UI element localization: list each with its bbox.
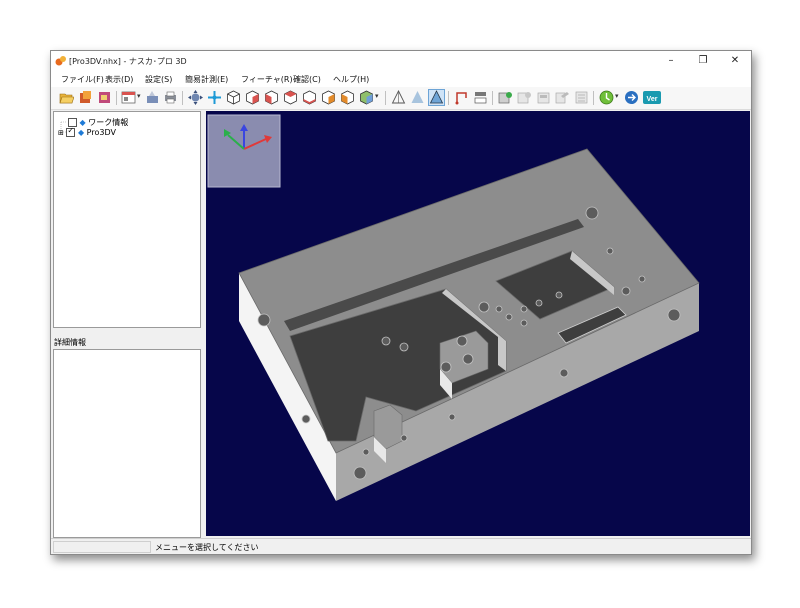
feature-pocket-icon[interactable] (517, 90, 532, 105)
tree-panel: ◆ ワーク情報 ⊞ ✓ ◆ Pro3DV (53, 111, 201, 328)
tree-item-label: Pro3DV (86, 128, 116, 137)
menu-file[interactable]: ファイル(F) (61, 74, 104, 85)
feature-edit-icon[interactable] (555, 90, 570, 105)
view-dropdown-icon[interactable]: ▾ (375, 92, 379, 100)
shaded-edges-icon[interactable] (428, 89, 445, 106)
orientation-axis-cube[interactable] (207, 114, 281, 188)
checkbox-pro3dv[interactable]: ✓ (66, 126, 76, 137)
status-bar: メニューを選択してください (51, 538, 751, 554)
section-view-icon[interactable] (473, 90, 488, 105)
menu-measure[interactable]: 簡易計測(E) (185, 74, 228, 85)
measure-tool-icon[interactable] (145, 90, 160, 105)
status-message: メニューを選択してください (155, 543, 259, 552)
wireframe-icon[interactable] (391, 90, 406, 105)
detail-panel (53, 349, 201, 538)
3d-viewport[interactable] (206, 111, 750, 536)
title-bar: [Pro3DV.nhx] - ナスカ･プロ 3D – ❐ ✕ (51, 51, 751, 71)
open-folder-icon[interactable] (59, 90, 74, 105)
view-custom-icon[interactable] (359, 90, 374, 105)
shaded-icon[interactable] (410, 90, 425, 105)
window-title: [Pro3DV.nhx] - ナスカ･プロ 3D (69, 57, 187, 66)
version-icon[interactable]: Ver (643, 90, 661, 105)
version-badge-text: Ver (647, 96, 658, 103)
menu-bar: ファイル(F) 表示(D) 設定(S) 簡易計測(E) フィーチャ(R) 確認(… (51, 71, 751, 87)
menu-feature[interactable]: フィーチャ(R) (241, 74, 293, 85)
app-window: [Pro3DV.nhx] - ナスカ･プロ 3D – ❐ ✕ ファイル(F) 表… (50, 50, 752, 555)
view-right-icon[interactable] (302, 90, 317, 105)
view-top-icon[interactable] (321, 90, 336, 105)
app-icon (55, 56, 66, 66)
rotate-icon[interactable] (207, 90, 222, 105)
minimize-button[interactable]: – (655, 51, 687, 71)
tree-item-label: ワーク情報 (88, 118, 129, 127)
view-front-icon[interactable] (245, 90, 260, 105)
view-bottom-icon[interactable] (340, 90, 355, 105)
tree-item-pro3dv[interactable]: ⊞ ✓ ◆ Pro3DV (58, 126, 116, 137)
workpiece-icon[interactable] (97, 90, 112, 105)
pan-icon[interactable] (188, 90, 203, 105)
detail-info-label: 詳細情報 (54, 338, 86, 347)
import-icon[interactable] (78, 90, 93, 105)
simulate-dropdown-icon[interactable]: ▾ (615, 92, 619, 100)
expand-plus-icon[interactable]: ⊞ (58, 129, 64, 137)
part-model-render (207, 114, 700, 501)
menu-view[interactable]: 表示(D) (105, 74, 133, 85)
feature-face-icon[interactable] (536, 90, 551, 105)
toolbar: ▾ ▾ ▾ Ver (51, 87, 751, 110)
restore-button[interactable]: ❐ (687, 51, 719, 71)
simulate-icon[interactable] (599, 90, 614, 105)
view-left-icon[interactable] (283, 90, 298, 105)
view-back-icon[interactable] (264, 90, 279, 105)
feature-hole-icon[interactable] (498, 90, 513, 105)
measure-distance-icon[interactable] (454, 90, 469, 105)
tree-item-work-info[interactable]: ◆ ワーク情報 (68, 117, 128, 128)
status-pane (53, 541, 151, 553)
feature-list-icon[interactable] (574, 90, 589, 105)
close-button[interactable]: ✕ (719, 51, 751, 71)
layout-dropdown-icon[interactable]: ▾ (137, 92, 141, 100)
window-layout-icon[interactable] (121, 90, 136, 105)
next-icon[interactable] (624, 90, 639, 105)
print-icon[interactable] (163, 90, 178, 105)
diamond-icon: ◆ (77, 128, 85, 137)
menu-settings[interactable]: 設定(S) (145, 74, 172, 85)
menu-help[interactable]: ヘルプ(H) (333, 74, 369, 85)
view-iso-icon[interactable] (226, 90, 241, 105)
menu-check[interactable]: 確認(C) (293, 74, 321, 85)
diamond-icon: ◆ (79, 118, 86, 127)
